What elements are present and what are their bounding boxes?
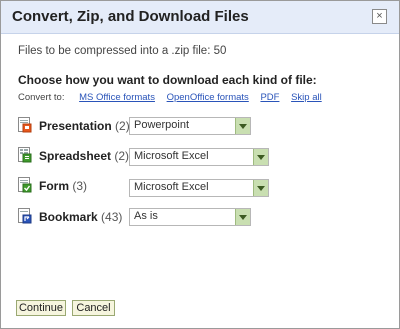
- files-count-text: Files to be compressed into a .zip file:…: [18, 45, 227, 57]
- chevron-down-icon: [253, 180, 268, 196]
- continue-button[interactable]: Continue: [16, 300, 66, 316]
- dialog-title: Convert, Zip, and Download Files: [12, 8, 249, 25]
- convert-to-label: Convert to:: [18, 92, 65, 103]
- chevron-down-icon: [235, 118, 250, 134]
- kind-label: Spreadsheet (2): [39, 149, 130, 163]
- convert-zip-dialog: Convert, Zip, and Download Files × Files…: [0, 0, 400, 329]
- form-format-select[interactable]: Microsoft Excel: [129, 179, 269, 197]
- openoffice-formats-link[interactable]: OpenOffice formats: [167, 92, 249, 103]
- bookmark-icon: [18, 208, 32, 224]
- choose-heading: Choose how you want to download each kin…: [18, 73, 317, 87]
- spreadsheet-format-select[interactable]: Microsoft Excel: [129, 148, 269, 166]
- convert-to-row: Convert to: MS Office formats OpenOffice…: [18, 92, 331, 103]
- ms-office-formats-link[interactable]: MS Office formats: [79, 92, 155, 103]
- form-icon: [18, 177, 32, 193]
- chevron-down-icon: [253, 149, 268, 165]
- chevron-down-icon: [235, 209, 250, 225]
- kind-label: Bookmark (43): [39, 210, 123, 224]
- presentation-icon: [18, 117, 32, 133]
- bookmark-format-select[interactable]: As is: [129, 208, 251, 226]
- spreadsheet-icon: [18, 147, 32, 163]
- kind-label: Presentation (2): [39, 119, 130, 133]
- presentation-format-select[interactable]: Powerpoint: [129, 117, 251, 135]
- cancel-button[interactable]: Cancel: [72, 300, 115, 316]
- pdf-link[interactable]: PDF: [260, 92, 279, 103]
- close-button[interactable]: ×: [372, 9, 387, 24]
- kind-label: Form (3): [39, 179, 88, 193]
- skip-all-link[interactable]: Skip all: [291, 92, 322, 103]
- dialog-titlebar: Convert, Zip, and Download Files ×: [1, 1, 399, 34]
